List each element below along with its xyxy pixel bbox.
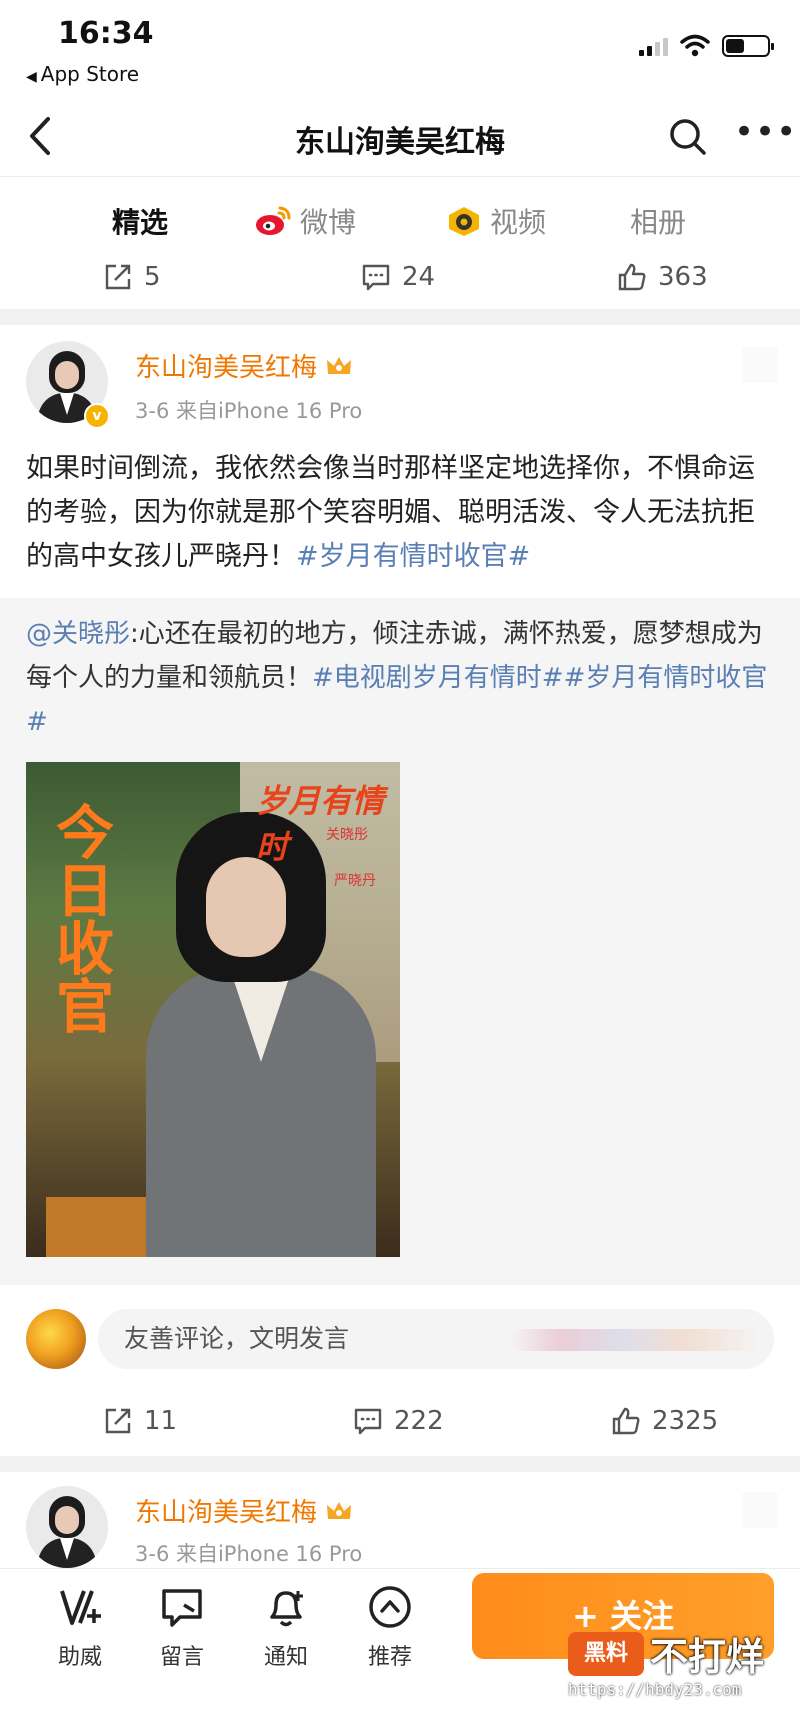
toolbar-label: 留言 — [159, 1645, 204, 1670]
author-name: 东山洵美吴红梅 — [135, 353, 318, 383]
watermark-text: 不打烊 — [650, 1635, 765, 1679]
mention-link[interactable]: @关晓彤 — [26, 619, 130, 649]
like-button[interactable]: 2325 — [610, 1389, 718, 1453]
status-icons — [639, 34, 774, 58]
thumbs-up-icon — [612, 1407, 640, 1435]
comment-count: 222 — [394, 1406, 444, 1436]
wifi-icon — [680, 34, 710, 57]
status-time: 16:34 — [58, 16, 154, 51]
comment-button[interactable]: 222 — [352, 1389, 444, 1453]
poster-logo: 岁月有情时 — [256, 782, 385, 866]
post-options-icon[interactable] — [742, 347, 778, 383]
feed-divider — [0, 1456, 800, 1472]
crown-icon — [327, 356, 352, 374]
blurred-overlay — [510, 1329, 760, 1351]
avatar[interactable] — [26, 1486, 108, 1568]
repost-button[interactable]: 11 — [102, 1389, 177, 1453]
recommend-icon — [369, 1586, 411, 1628]
recommend-button[interactable]: 推荐 — [350, 1583, 430, 1671]
comment-composer: 友善评论，文明发言 — [0, 1285, 800, 1393]
post-author[interactable]: 东山洵美吴红梅 — [135, 347, 353, 384]
comment-count: 24 — [402, 262, 436, 292]
user-avatar — [26, 1309, 86, 1369]
nav-bar: 东山洵美吴红梅 ••• — [0, 95, 800, 177]
tab-label: 相册 — [630, 206, 687, 239]
poster-credit: 严晓丹 — [334, 873, 376, 889]
post-image[interactable]: 今日收官 岁月有情时 关晓彤 严晓丹 — [26, 762, 400, 1257]
like-count: 2325 — [652, 1406, 719, 1436]
tab-weibo[interactable]: 微博 — [254, 201, 356, 241]
repost-button[interactable]: 5 — [102, 245, 161, 309]
post-actions: 11 222 2325 — [0, 1389, 800, 1453]
toolbar-label: 助威 — [57, 1645, 102, 1670]
poster-headline: 今日收官 — [46, 802, 114, 1034]
tab-label: 精选 — [112, 206, 169, 239]
repost-icon — [105, 264, 131, 290]
status-bar: 16:34 ◀ App Store — [0, 0, 800, 95]
repost-count: 5 — [144, 262, 161, 292]
weibo-post: 东山洵美吴红梅 3-6 来自iPhone 16 Pro — [0, 1472, 800, 1568]
cheer-icon — [60, 1590, 101, 1625]
repost-icon — [105, 1408, 131, 1434]
tab-video[interactable]: 视频 — [446, 201, 546, 241]
search-icon[interactable] — [666, 115, 710, 159]
weibo-icon — [256, 206, 291, 235]
comment-icon — [362, 264, 390, 291]
back-to-app-link[interactable]: ◀ App Store — [26, 62, 139, 86]
thumbs-up-icon — [618, 263, 646, 291]
prev-post-actions: 5 24 363 — [0, 245, 800, 309]
cheer-button[interactable]: 助威 — [40, 1583, 120, 1671]
author-name: 东山洵美吴红梅 — [135, 1498, 318, 1528]
feed-divider — [0, 309, 800, 325]
message-icon — [162, 1589, 202, 1627]
notify-button[interactable]: 通知 — [246, 1583, 326, 1671]
post-body: 如果时间倒流，我依然会像当时那样坚定地选择你，不惧命运的考验，因为你就是那个笑容… — [26, 447, 778, 579]
verified-badge-icon: v — [84, 403, 110, 429]
video-icon — [449, 207, 479, 236]
message-button[interactable]: 留言 — [142, 1583, 222, 1671]
tab-album[interactable]: 相册 — [630, 201, 686, 241]
post-author[interactable]: 东山洵美吴红梅 — [135, 1492, 353, 1529]
watermark-url: https://hbdy23.com — [568, 1680, 742, 1699]
comment-button[interactable]: 24 — [360, 245, 435, 309]
reposted-content[interactable]: @关晓彤:心还在最初的地方，倾注赤诚，满怀热爱，愿梦想成为每个人的力量和领航员！… — [0, 598, 800, 1285]
watermark-logo: 黑料 不打烊 — [568, 1626, 764, 1681]
toolbar-label: 通知 — [263, 1645, 308, 1670]
more-icon[interactable]: ••• — [734, 115, 796, 157]
post-options-icon[interactable] — [742, 1492, 778, 1528]
bell-plus-icon — [270, 1591, 303, 1627]
weibo-post: v 东山洵美吴红梅 3-6 来自iPhone 16 Pro 如果时间倒流，我依然… — [0, 325, 800, 1285]
tab-featured[interactable]: 精选 — [112, 201, 169, 265]
comment-icon — [354, 1408, 382, 1435]
repost-count: 11 — [144, 1406, 178, 1436]
hashtag-link[interactable]: #岁月有情时收官# — [296, 541, 530, 572]
tab-label: 视频 — [490, 206, 547, 239]
crown-icon — [327, 1501, 352, 1519]
post-timestamp-source: 3-6 来自iPhone 16 Pro — [135, 399, 363, 423]
poster-credit: 关晓彤 — [326, 827, 368, 843]
toolbar-label: 推荐 — [367, 1645, 412, 1670]
like-count: 363 — [658, 262, 708, 292]
back-app-label: App Store — [40, 62, 140, 86]
post-timestamp-source: 3-6 来自iPhone 16 Pro — [135, 1542, 363, 1566]
signal-icon — [639, 36, 668, 56]
poster-figure-face — [206, 857, 286, 957]
back-triangle-icon: ◀ — [26, 69, 37, 85]
watermark-badge: 黑料 — [568, 1631, 644, 1676]
battery-icon — [722, 35, 774, 57]
repost-body: @关晓彤:心还在最初的地方，倾注赤诚，满怀热爱，愿梦想成为每个人的力量和领航员！… — [26, 612, 778, 744]
tab-label: 微博 — [300, 206, 357, 239]
watermark: 黑料 不打烊 https://hbdy23.com — [568, 1626, 788, 1716]
like-button[interactable]: 363 — [616, 245, 708, 309]
